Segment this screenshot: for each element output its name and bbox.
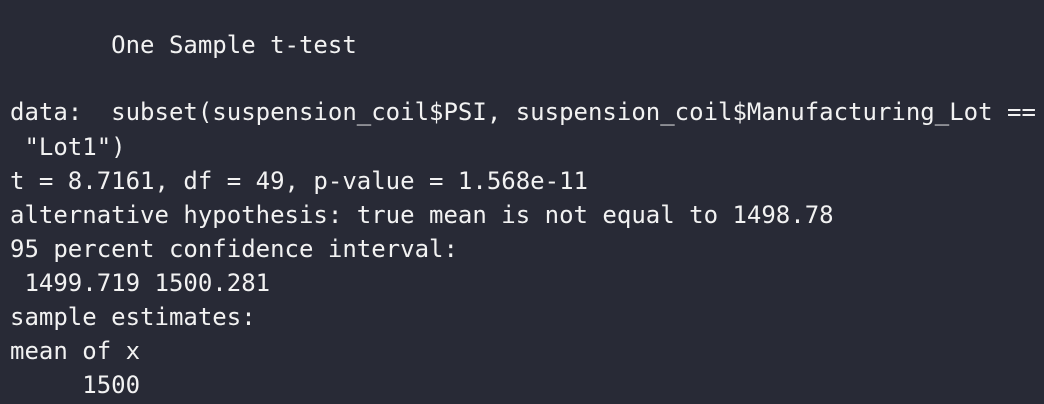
alternative-hypothesis-line: alternative hypothesis: true mean is not… xyxy=(10,201,834,229)
estimate-name: mean of x xyxy=(10,337,141,365)
data-line: data: subset(suspension_coil$PSI, suspen… xyxy=(10,98,1036,126)
r-console-output: One Sample t-test data: subset(suspensio… xyxy=(0,0,1044,404)
statistic-line: t = 8.7161, df = 49, p-value = 1.568e-11 xyxy=(10,167,588,195)
confidence-interval-label: 95 percent confidence interval: xyxy=(10,235,458,263)
test-title: One Sample t-test xyxy=(10,31,357,59)
confidence-interval-values: 1499.719 1500.281 xyxy=(10,269,271,297)
estimate-value: 1500 xyxy=(10,371,141,399)
data-line-continued: "Lot1") xyxy=(10,133,126,161)
sample-estimates-label: sample estimates: xyxy=(10,303,256,331)
